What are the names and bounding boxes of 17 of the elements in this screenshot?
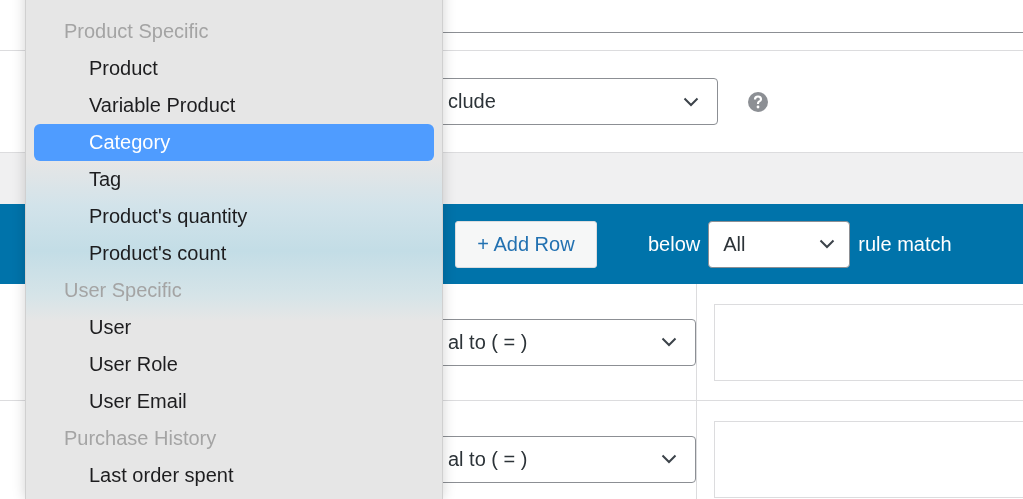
group-header: User Specific — [63, 278, 183, 303]
chevron-down-icon — [661, 454, 677, 464]
group-header: Purchase History — [63, 426, 218, 451]
menu-option[interactable]: Product's count — [34, 235, 434, 272]
group-header: Product Specific — [63, 19, 210, 44]
chevron-down-icon — [661, 337, 677, 347]
chevron-down-icon — [683, 96, 699, 107]
chevron-down-icon — [819, 239, 836, 249]
value-field[interactable] — [714, 420, 1023, 498]
add-row-button[interactable]: + Add Row — [455, 220, 597, 268]
value-field[interactable] — [714, 303, 1023, 381]
match-label: below — [648, 232, 701, 256]
match-label: rule match — [858, 232, 952, 256]
menu-option[interactable]: Product's quantity — [34, 198, 434, 235]
menu-option[interactable]: User Email — [34, 383, 434, 420]
help-icon[interactable] — [748, 91, 768, 112]
match-select[interactable]: All — [708, 220, 851, 268]
